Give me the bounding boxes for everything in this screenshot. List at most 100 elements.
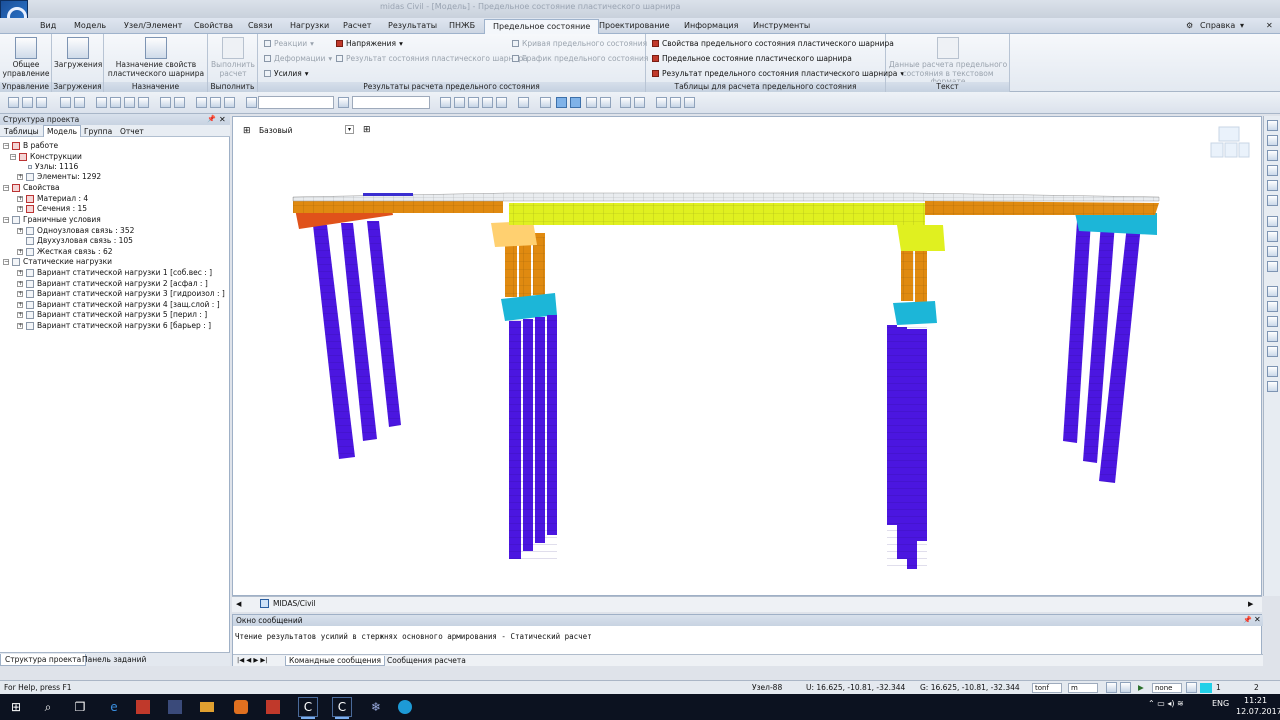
toggle-icon[interactable]: − [3,142,9,149]
skype-icon[interactable] [398,700,412,714]
tab-loads[interactable]: Нагрузки [290,21,329,30]
tab-pnzhb[interactable]: ПНЖБ [449,21,475,30]
scroll-left-icon[interactable]: ◀ [236,600,241,608]
print-icon[interactable] [670,97,681,108]
plastic-state-button[interactable]: Результат состояния пластического шарнир… [336,54,528,63]
force-unit-select[interactable]: tonf [1032,683,1062,693]
tab-tables[interactable]: Таблицы [4,127,39,136]
toggle-icon[interactable]: + [17,311,23,318]
tab-tools[interactable]: Инструменты [753,21,810,30]
tree-item-load-case[interactable]: + Вариант статической нагрузки 1 [соб.вес… [17,267,212,278]
hinge-properties-table-button[interactable]: Свойства предельного состояния пластичес… [652,39,894,48]
tab-project-tree[interactable]: Структура проекта [0,654,87,666]
assign-hinge-properties-button[interactable]: Назначение свойств пластического шарнира [106,37,206,78]
app-orange-icon[interactable] [234,700,248,714]
capture-icon[interactable] [684,97,695,108]
element-number-icon[interactable] [634,97,645,108]
forces-button[interactable]: Усилия ▾ [264,69,309,78]
top-view-icon[interactable] [1267,231,1278,242]
tree-item-properties[interactable]: − Свойства [3,182,60,193]
clock-time[interactable]: 11:21 [1244,696,1267,705]
pointer-icon[interactable] [246,97,257,108]
app-math-icon[interactable] [168,700,182,714]
capture-icon[interactable] [1267,366,1278,377]
close-icon[interactable]: ✕ [1254,615,1261,624]
windows-start-icon[interactable]: ⊞ [6,697,26,717]
zoom-fit-icon[interactable] [96,97,107,108]
toggle-icon[interactable]: − [3,216,9,223]
hinge-result-table-button[interactable]: Результат предельного состояния пластиче… [652,69,904,78]
tree-item-static-loads[interactable]: − Статические нагрузки [3,256,112,267]
toggle-icon[interactable]: − [3,258,9,265]
tree-item-load-case[interactable]: + Вариант статической нагрузки 5 [перил :… [17,309,207,320]
deformations-button[interactable]: Деформации ▾ [264,54,332,63]
front-view-icon[interactable] [1267,246,1278,257]
tab-report[interactable]: Отчет [120,127,144,136]
display-icon[interactable] [1267,286,1278,297]
tree-item-load-case[interactable]: + Вариант статической нагрузки 6 [барьер … [17,320,211,331]
view-top-icon[interactable] [496,97,507,108]
search-icon[interactable]: ⌕ [38,697,58,717]
tab-information[interactable]: Информация [684,21,738,30]
perspective-icon[interactable] [586,97,597,108]
view-left-icon[interactable] [468,97,479,108]
tree-item-boundaries[interactable]: − Граничные условия [3,214,101,225]
toggle-icon[interactable]: − [3,184,9,191]
toggle-icon[interactable]: + [17,173,23,180]
zoom-out-icon[interactable] [1267,135,1278,146]
unit-icon[interactable] [1120,682,1131,693]
display-icon[interactable] [540,97,551,108]
render-icon[interactable] [1267,346,1278,357]
arrow-icon[interactable] [36,97,47,108]
stresses-button[interactable]: Напряжения ▾ [336,39,403,48]
print-icon[interactable] [1267,381,1278,392]
hidden-icon[interactable] [570,97,581,108]
tree-item-sections[interactable]: + Сечения : 15 [17,203,87,214]
edge-icon[interactable]: e [104,697,124,717]
filter-dropdown[interactable] [352,96,430,109]
pan-icon[interactable] [1267,180,1278,191]
zoom-in-icon[interactable] [1267,120,1278,131]
hinge-state-table-button[interactable]: Предельное состояние пластического шарни… [652,54,852,63]
inactivate-icon[interactable] [210,97,221,108]
zoom-fit-icon[interactable] [1267,150,1278,161]
pan-icon[interactable] [124,97,135,108]
undo-icon[interactable] [8,97,19,108]
toggle-icon[interactable]: + [17,205,23,212]
toggle-icon[interactable]: − [10,153,16,160]
tree-item-work[interactable]: − В работе [3,140,58,151]
activate-icon[interactable] [196,97,207,108]
tree-item-elements[interactable]: + Элементы: 1292 [17,171,101,182]
tab-group[interactable]: Группа [84,127,112,136]
iso-view-icon[interactable] [1267,216,1278,227]
toggle-icon[interactable]: + [17,227,23,234]
tab-model[interactable]: Модель [74,21,106,30]
length-unit-select[interactable]: m [1068,683,1098,693]
pin-icon[interactable]: 📌 [207,115,216,123]
toggle-icon[interactable]: + [17,322,23,329]
view-back-icon[interactable] [454,97,465,108]
general-control-button[interactable]: Общее управление [2,37,50,78]
tab-command-messages[interactable]: Командные сообщения [285,656,385,666]
gear-icon[interactable]: ⚙ [1186,21,1193,30]
toggle-icon[interactable]: + [17,301,23,308]
tab-properties[interactable]: Свойства [194,21,233,30]
perspective-icon[interactable] [1267,331,1278,342]
close-ribbon-icon[interactable]: ✕ [1266,21,1273,30]
tab-design[interactable]: Проектирование [599,21,670,30]
selection-dropdown[interactable] [258,96,334,109]
midas-civil-icon-2[interactable]: C [332,697,352,719]
toggle-icon[interactable]: + [17,248,23,255]
tab-limit-state[interactable]: Предельное состояние [484,19,600,35]
midas-civil-icon[interactable]: C [298,697,318,719]
unit-icon[interactable] [1106,682,1117,693]
tab-view[interactable]: Вид [40,21,56,30]
limit-graph-button[interactable]: График предельного состояния [512,54,648,63]
play-icon[interactable]: ▶ [1138,683,1144,692]
task-view-icon[interactable]: ❐ [70,697,90,717]
limit-curve-button[interactable]: Кривая предельного состояния [512,39,647,48]
app-red-icon[interactable] [136,700,150,714]
hidden-icon[interactable] [1267,301,1278,312]
tab-analysis-messages[interactable]: Сообщения расчета [387,656,466,665]
side-view-icon[interactable] [1267,261,1278,272]
